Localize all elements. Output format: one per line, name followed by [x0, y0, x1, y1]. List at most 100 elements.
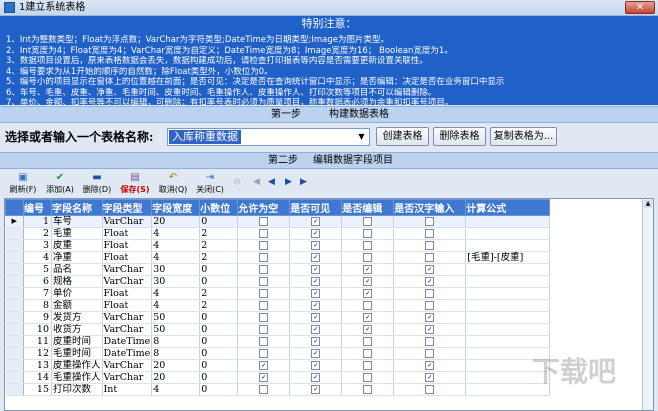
field-name[interactable]: 品名: [51, 263, 103, 276]
field-number[interactable]: 2: [23, 227, 52, 240]
row-indicator[interactable]: [5, 383, 24, 396]
field-number[interactable]: 9: [23, 311, 52, 324]
field-visible-checkbox[interactable]: ✓: [311, 361, 321, 370]
table-row[interactable]: 12 毛重时间 DateTime 8 0 ✓: [5, 347, 551, 360]
field-null-checkbox[interactable]: [259, 253, 269, 262]
field-type[interactable]: Float: [102, 251, 153, 264]
table-row[interactable]: 7 单价 Float 4 2 ✓ ✓: [5, 287, 551, 300]
field-formula[interactable]: [465, 263, 551, 276]
field-number[interactable]: 14: [23, 371, 52, 384]
field-formula[interactable]: [465, 335, 551, 348]
field-name[interactable]: 毛重时间: [51, 347, 103, 360]
field-formula[interactable]: [465, 215, 551, 228]
field-width[interactable]: 50: [151, 311, 201, 324]
field-width[interactable]: 4: [151, 383, 201, 396]
field-edit-checkbox[interactable]: ✓: [363, 289, 373, 298]
delete-table-button[interactable]: 删除表格: [433, 127, 486, 146]
field-number[interactable]: 11: [23, 335, 52, 348]
column-header[interactable]: 字段名称: [51, 199, 103, 216]
field-formula[interactable]: [465, 311, 551, 324]
column-header[interactable]: 字段类型: [101, 199, 153, 216]
field-formula[interactable]: [465, 239, 551, 252]
field-visible-checkbox[interactable]: ✓: [311, 349, 321, 358]
row-indicator[interactable]: [5, 347, 24, 360]
table-row[interactable]: 5 品名 VarChar 30 0 ✓ ✓ ✓: [5, 263, 551, 276]
table-name-value[interactable]: 入库称重数据: [169, 130, 241, 144]
field-visible-checkbox[interactable]: ✓: [311, 301, 321, 310]
table-row[interactable]: 11 皮重时间 DateTime 8 0 ✓: [5, 335, 551, 348]
field-formula[interactable]: [465, 287, 551, 300]
field-number[interactable]: 15: [23, 383, 52, 396]
field-cn-checkbox[interactable]: ✓: [425, 265, 435, 274]
row-indicator[interactable]: [5, 251, 24, 264]
field-type[interactable]: VarChar: [102, 359, 153, 372]
field-null-checkbox[interactable]: [259, 265, 269, 274]
field-name[interactable]: 皮重: [51, 239, 103, 252]
field-decimals[interactable]: 2: [199, 251, 239, 264]
field-cn-checkbox[interactable]: [425, 229, 435, 238]
field-null-checkbox[interactable]: [259, 217, 269, 226]
field-formula[interactable]: [465, 227, 551, 240]
refresh-button[interactable]: ▣ 刷新(F): [6, 172, 40, 196]
field-edit-checkbox[interactable]: ✓: [363, 313, 373, 322]
field-cn-checkbox[interactable]: [425, 301, 435, 310]
field-null-checkbox[interactable]: [259, 289, 269, 298]
field-name[interactable]: 单价: [51, 287, 103, 300]
field-visible-checkbox[interactable]: ✓: [311, 289, 321, 298]
row-indicator[interactable]: [5, 263, 24, 276]
field-decimals[interactable]: 2: [199, 299, 239, 312]
table-row[interactable]: 8 金额 Float 4 2 ✓: [5, 299, 551, 312]
field-decimals[interactable]: 0: [199, 215, 239, 228]
field-number[interactable]: 1: [23, 215, 52, 228]
field-cn-checkbox[interactable]: ✓: [425, 373, 435, 382]
field-visible-checkbox[interactable]: ✓: [311, 373, 321, 382]
field-decimals[interactable]: 0: [199, 359, 239, 372]
table-row[interactable]: 14 毛重操作人 VarChar 20 0 ✓ ✓ ✓: [5, 371, 551, 384]
field-decimals[interactable]: 0: [199, 383, 239, 396]
field-width[interactable]: 30: [151, 263, 201, 276]
field-name[interactable]: 皮重操作人: [51, 359, 103, 372]
field-edit-checkbox[interactable]: ✓: [363, 277, 373, 286]
field-name[interactable]: 打印次数: [51, 383, 103, 396]
field-number[interactable]: 5: [23, 263, 52, 276]
field-null-checkbox[interactable]: [259, 301, 269, 310]
field-cn-checkbox[interactable]: ✓: [425, 325, 435, 334]
field-width[interactable]: 8: [151, 335, 201, 348]
scroll-up-icon[interactable]: ▲: [644, 200, 652, 208]
row-indicator[interactable]: [5, 227, 24, 240]
field-type[interactable]: VarChar: [102, 311, 153, 324]
field-visible-checkbox[interactable]: ✓: [311, 277, 321, 286]
field-width[interactable]: 4: [151, 251, 201, 264]
field-null-checkbox[interactable]: [259, 349, 269, 358]
close-button[interactable]: ✕: [625, 1, 655, 14]
row-indicator[interactable]: [5, 311, 24, 324]
field-number[interactable]: 10: [23, 323, 52, 336]
field-name[interactable]: 毛重操作人: [51, 371, 103, 384]
row-indicator[interactable]: [5, 323, 24, 336]
field-decimals[interactable]: 2: [199, 227, 239, 240]
next-record-icon[interactable]: ▶: [285, 177, 292, 187]
field-number[interactable]: 13: [23, 359, 52, 372]
field-width[interactable]: 20: [151, 215, 201, 228]
field-number[interactable]: 6: [23, 275, 52, 288]
table-row[interactable]: 13 皮重操作人 VarChar 20 0 ✓ ✓ ✓: [5, 359, 551, 372]
field-null-checkbox[interactable]: [259, 241, 269, 250]
field-decimals[interactable]: 0: [199, 311, 239, 324]
field-type[interactable]: VarChar: [102, 215, 153, 228]
field-cn-checkbox[interactable]: ✓: [425, 361, 435, 370]
field-name[interactable]: 净重: [51, 251, 103, 264]
field-type[interactable]: Float: [102, 287, 153, 300]
field-null-checkbox[interactable]: ✓: [259, 361, 269, 370]
column-header[interactable]: 编号: [23, 199, 52, 216]
field-type[interactable]: Int: [102, 383, 153, 396]
field-formula[interactable]: [465, 299, 551, 312]
field-width[interactable]: 30: [151, 275, 201, 288]
field-decimals[interactable]: 0: [199, 335, 239, 348]
field-width[interactable]: 8: [151, 347, 201, 360]
column-header[interactable]: 是否汉字输入: [393, 199, 467, 216]
field-number[interactable]: 3: [23, 239, 52, 252]
table-row[interactable]: 3 皮重 Float 4 2 ✓: [5, 239, 551, 252]
table-row[interactable]: 2 毛重 Float 4 2 ✓: [5, 227, 551, 240]
field-name[interactable]: 发货方: [51, 311, 103, 324]
field-visible-checkbox[interactable]: ✓: [311, 313, 321, 322]
